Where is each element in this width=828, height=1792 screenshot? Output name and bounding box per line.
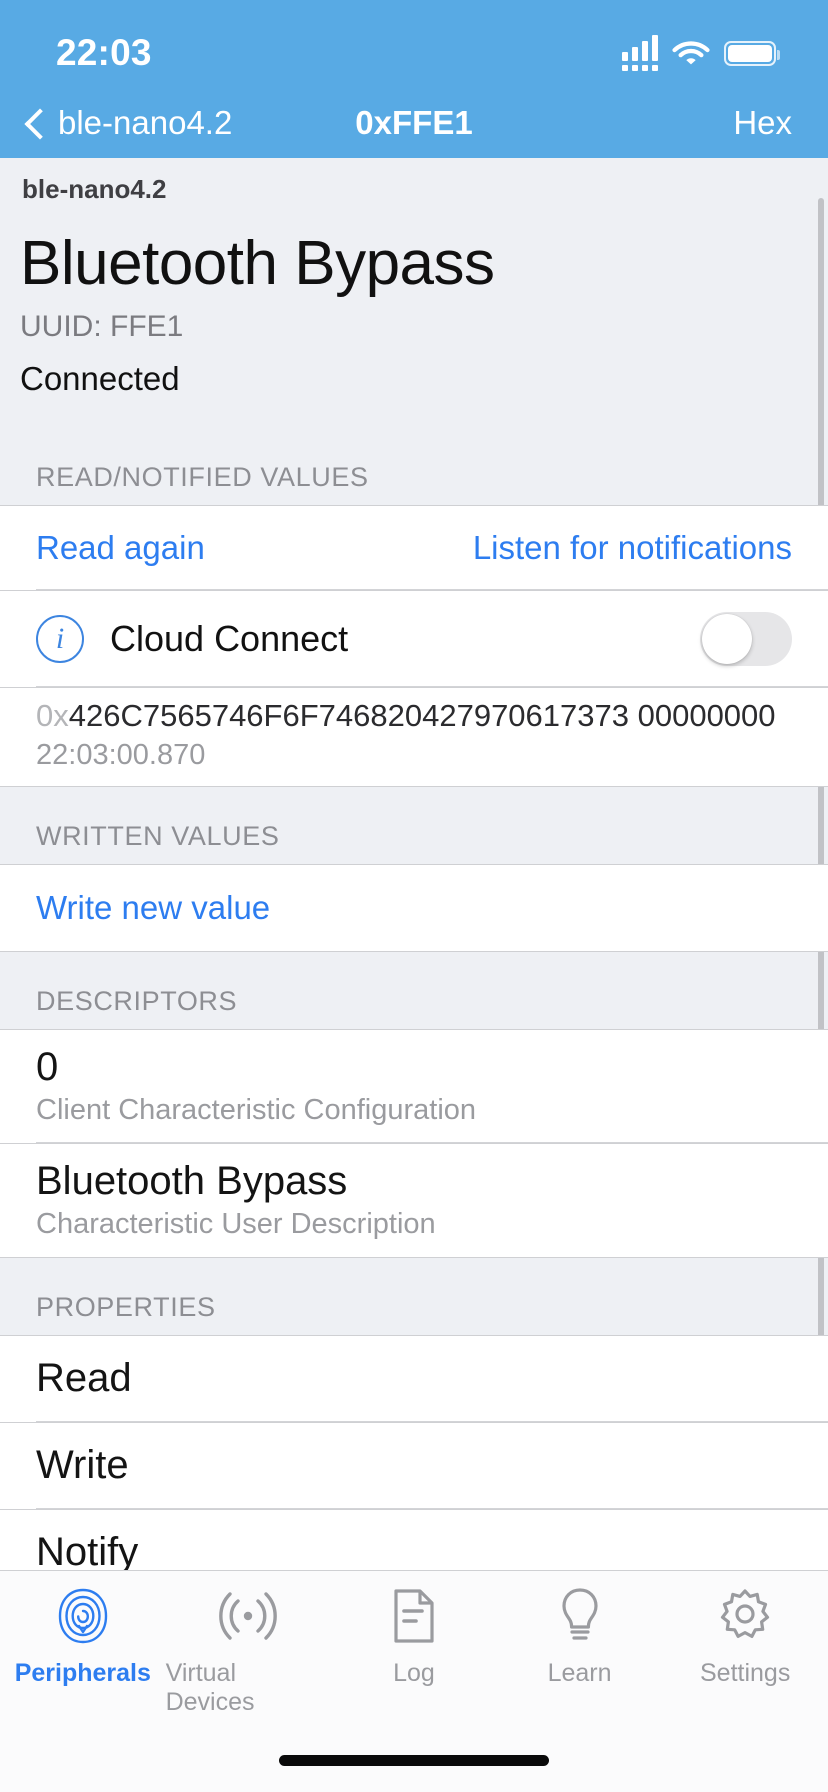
characteristic-title: Bluetooth Bypass [20,229,495,298]
tab-label: Settings [700,1659,791,1687]
nav-bar: ble-nano4.2 0xFFE1 Hex [0,88,828,158]
descriptor-row[interactable]: 0 Client Characteristic Configuration [0,1028,828,1143]
fingerprint-icon [55,1583,111,1649]
app-screen: 22:03 ble-nano4.2 0xFFE1 Hex ble-nano4.2… [0,0,828,1792]
status-clock: 22:03 [56,32,152,73]
lightbulb-icon [556,1583,604,1649]
characteristic-header: Bluetooth Bypass UUID: FFE1 Connected [0,205,828,428]
read-value-cell: 0x426C7565746F6F746820427970617373 00000… [0,687,828,787]
status-bar: 22:03 [0,0,828,88]
section-header-descriptors: DESCRIPTORS [0,951,828,1029]
property-row: Notify [0,1508,828,1570]
tab-learn[interactable]: Learn [497,1583,663,1721]
cellular-signal-icon [622,35,658,71]
characteristic-uuid: UUID: FFE1 [20,310,184,344]
scroll-content[interactable]: ble-nano4.2 Bluetooth Bypass UUID: FFE1 … [0,158,828,1570]
cloud-connect-cell[interactable]: i Cloud Connect [0,590,828,688]
wifi-icon [672,37,710,70]
descriptor-value: 0 [36,1044,59,1089]
property-label: Read [36,1356,132,1401]
tab-peripherals[interactable]: Peripherals [0,1583,166,1721]
section-header-properties: PROPERTIES [0,1257,828,1335]
broadcast-icon [216,1583,280,1649]
tab-label: Learn [547,1659,612,1687]
tab-label: Log [393,1659,435,1687]
document-lines-icon [390,1583,438,1649]
descriptor-value: Bluetooth Bypass [36,1158,348,1203]
property-label: Write [36,1443,129,1488]
write-new-value-cell[interactable]: Write new value [0,863,828,952]
gear-icon [716,1583,774,1649]
read-again-button[interactable]: Read again [36,529,205,567]
page-title: 0xFFE1 [355,104,473,141]
hex-digits: 426C7565746F6F746820427970617373 0000000… [68,698,776,734]
tab-virtual-devices[interactable]: Virtual Devices [166,1583,332,1721]
back-button[interactable]: ble-nano4.2 [22,104,232,142]
home-indicator[interactable] [279,1755,549,1766]
back-button-label: ble-nano4.2 [58,104,233,141]
hex-toggle-button[interactable]: Hex [733,104,792,142]
connection-status: Connected [20,360,180,398]
info-circle-icon[interactable]: i [36,615,84,664]
section-header-read: READ/NOTIFIED VALUES [0,428,828,506]
tab-settings[interactable]: Settings [662,1583,828,1721]
cloud-connect-switch[interactable] [700,612,792,667]
property-label: Notify [36,1530,139,1570]
tab-label: Virtual Devices [165,1659,255,1716]
property-row: Read [0,1334,828,1422]
status-indicators [622,35,780,71]
descriptor-name: Client Characteristic Configuration [36,1093,477,1126]
tab-log[interactable]: Log [331,1583,497,1721]
cloud-connect-label: Cloud Connect [110,618,349,660]
hex-prefix: 0x [36,698,69,734]
chevron-left-icon [22,112,44,134]
read-actions-cell: Read again Listen for notifications [0,505,828,591]
breadcrumb: ble-nano4.2 [22,174,167,204]
descriptor-name: Characteristic User Description [36,1207,436,1240]
section-header-written: WRITTEN VALUES [0,786,828,864]
tab-bar: Peripherals Virtual Devices Log Learn Se… [0,1570,828,1792]
tab-label: Peripherals [14,1659,151,1687]
battery-icon [724,40,780,66]
read-value-hex: 0x426C7565746F6F746820427970617373 00000… [36,698,792,735]
read-value-timestamp: 22:03:00.870 [36,738,206,771]
write-new-value-button[interactable]: Write new value [36,889,270,927]
descriptor-row[interactable]: Bluetooth Bypass Characteristic User Des… [0,1142,828,1258]
listen-notifications-button[interactable]: Listen for notifications [473,529,792,567]
property-row: Write [0,1421,828,1509]
